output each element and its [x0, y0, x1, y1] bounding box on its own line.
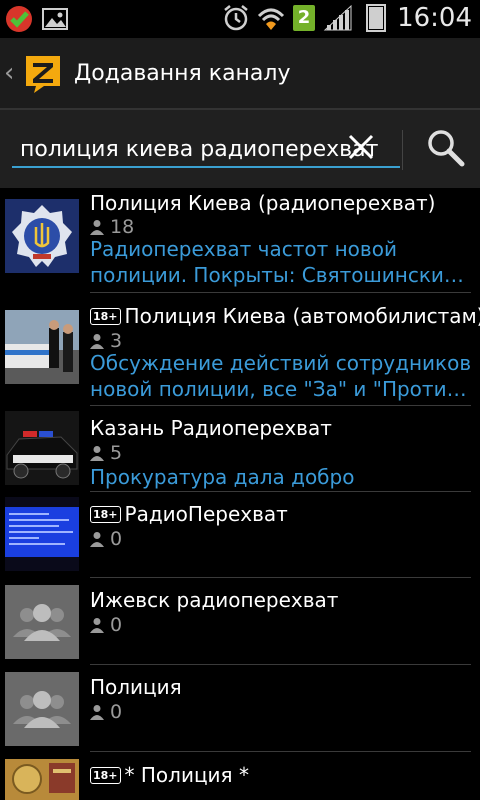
channel-thumbnail [5, 672, 79, 746]
channel-title: Казань Радиоперехват [90, 416, 332, 440]
channel-thumbnail [5, 759, 79, 800]
person-icon [90, 618, 104, 633]
adult-content-icon: 18+ [90, 506, 121, 523]
badge-photo-image [5, 759, 79, 800]
channel-thumbnail [5, 497, 79, 571]
channel-title: Ижевск радиоперехват [90, 588, 339, 612]
search-divider [402, 130, 403, 170]
channel-title: Полиция Киева (радиоперехват) [90, 191, 436, 215]
battery-icon [366, 4, 387, 32]
row-divider [90, 292, 471, 293]
search-button[interactable] [424, 126, 468, 170]
adult-content-icon: 18+ [90, 767, 121, 784]
notification-count-badge: 2 [293, 5, 316, 31]
blue-screen-image [5, 497, 79, 571]
channel-row[interactable]: Казань Радиоперехват 5 Прокуратура дала … [0, 406, 480, 492]
channel-title: Полиция [90, 675, 182, 699]
police-car-image [5, 411, 79, 485]
signal-icon [323, 4, 352, 31]
person-icon [90, 705, 104, 720]
row-divider [90, 751, 471, 752]
description-line: Радиоперехват частот новой [90, 237, 397, 261]
channel-users: 0 [90, 701, 122, 723]
channel-users: 0 [90, 528, 122, 550]
status-bar-left [4, 4, 70, 34]
person-icon [90, 532, 104, 547]
check-shield-icon [6, 6, 32, 32]
group-placeholder-icon [5, 585, 79, 659]
channel-thumbnail [5, 310, 79, 384]
channel-thumbnail [5, 585, 79, 659]
channel-row[interactable]: Ижевск радиоперехват 0 [0, 578, 480, 665]
channel-row[interactable]: 18+ РадиоПерехват 0 [0, 492, 480, 578]
clock: 16:04 [397, 3, 472, 33]
zello-logo-icon[interactable] [22, 52, 64, 94]
search-bar [0, 110, 480, 188]
channel-title: 18+ РадиоПерехват [90, 502, 288, 526]
user-count: 18 [110, 216, 135, 238]
page-title: Додавання каналу [74, 61, 291, 86]
user-count: 0 [110, 528, 123, 550]
police-emblem-image [5, 199, 79, 273]
person-icon [90, 446, 104, 461]
channel-row[interactable]: 18+ Полиция Киева (автомобилистам) 3 Обсу… [0, 294, 480, 406]
channel-thumbnail [5, 411, 79, 485]
status-bar: 2 16:04 [0, 0, 480, 38]
channel-title-text: Полиция Киева (автомобилистам) [124, 304, 480, 328]
description-line: Обсуждение действий сотрудников [90, 351, 472, 375]
clear-search-button[interactable] [344, 130, 378, 164]
person-icon [90, 334, 104, 349]
wifi-icon [258, 8, 285, 30]
channel-title: 18+ * Полиция * [90, 763, 249, 787]
description-line: полиции. Покрыты: Святошинский… [90, 263, 475, 287]
user-count: 0 [110, 614, 123, 636]
police-officers-image [5, 310, 79, 384]
channel-users: 5 [90, 442, 122, 464]
group-placeholder-icon [5, 672, 79, 746]
channel-row[interactable]: Полиция 0 [0, 665, 480, 752]
channel-users: 3 [90, 330, 122, 352]
back-chevron-icon[interactable]: ‹ [4, 58, 14, 88]
action-bar: ‹ Додавання каналу [0, 38, 480, 110]
description-line: Прокуратура дала добро [90, 465, 355, 489]
channel-row[interactable]: Полиция Киева (радиоперехват) 18 Радиопе… [0, 190, 480, 294]
description-line: новой полиции, все "За" и "Против… [90, 377, 475, 401]
channel-row[interactable]: 18+ * Полиция * [0, 753, 480, 800]
user-count: 5 [110, 442, 123, 464]
status-bar-right: 2 16:04 [223, 3, 472, 33]
user-count: 0 [110, 701, 123, 723]
channel-users: 18 [90, 216, 134, 238]
channel-title-text: РадиоПерехват [124, 502, 288, 526]
search-input[interactable] [12, 132, 400, 168]
user-count: 3 [110, 330, 123, 352]
channel-description: Радиоперехват частот новой полиции. Покр… [90, 236, 475, 288]
channel-description: Обсуждение действий сотрудников новой по… [90, 350, 475, 402]
channel-description: Прокуратура дала добро [90, 464, 475, 490]
channel-title: 18+ Полиция Киева (автомобилистам) [90, 304, 480, 328]
channel-thumbnail [5, 199, 79, 273]
image-icon [42, 8, 68, 30]
channel-users: 0 [90, 614, 122, 636]
adult-content-icon: 18+ [90, 308, 121, 325]
channel-title-text: * Полиция * [124, 763, 249, 787]
person-icon [90, 220, 104, 235]
alarm-icon [224, 5, 248, 31]
